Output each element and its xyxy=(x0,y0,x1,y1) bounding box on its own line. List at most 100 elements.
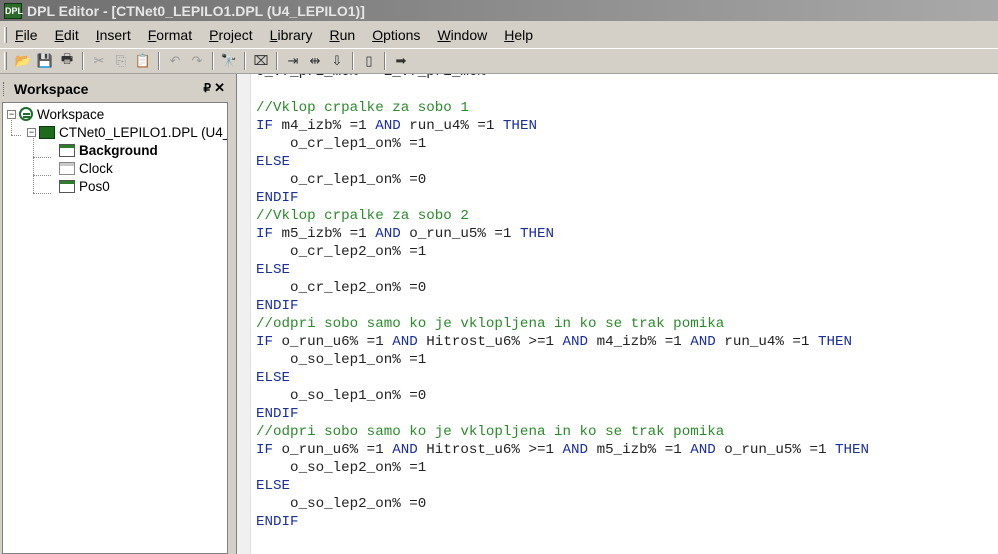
workspace-icon xyxy=(19,107,33,121)
tree-item-background[interactable]: Background xyxy=(59,141,158,159)
code-line[interactable]: ENDIF xyxy=(256,189,869,207)
tree-item-label: Clock xyxy=(79,160,113,176)
code-line[interactable]: ENDIF xyxy=(256,513,869,531)
code-line[interactable]: IF o_run_u6% =1 AND Hitrost_u6% >=1 AND … xyxy=(256,441,869,459)
toolbar-separator xyxy=(158,52,160,70)
copy-icon[interactable]: ⎘ xyxy=(110,50,132,72)
close-icon[interactable]: ✕ xyxy=(214,80,225,96)
code-line[interactable]: ELSE xyxy=(256,261,869,279)
tree-item-pos0[interactable]: Pos0 xyxy=(59,177,110,195)
download-icon[interactable]: ⇩ xyxy=(326,50,348,72)
undo-icon[interactable]: ↶ xyxy=(164,50,186,72)
menu-file[interactable]: File xyxy=(15,27,38,43)
code-line[interactable]: //odpri sobo samo ko je vklopljena in ko… xyxy=(256,315,869,333)
pin-icon[interactable]: ₽ xyxy=(203,81,211,95)
menu-grip[interactable] xyxy=(4,27,7,43)
code-editor[interactable]: o_V7_pri_m6% = i_V7_pri_m6% //Vklop crpal… xyxy=(237,74,998,554)
open-icon[interactable]: 📂 xyxy=(12,50,34,72)
tree-item-project[interactable]: − CTNet0_LEPILO1.DPL (U4_ xyxy=(27,123,227,141)
code-line[interactable]: //odpri sobo samo ko je vklopljena in ko… xyxy=(256,423,869,441)
code-keyword: AND xyxy=(392,334,418,350)
collapse-icon[interactable]: − xyxy=(7,109,16,119)
compile-icon[interactable]: ⌧ xyxy=(250,50,272,72)
connect-icon[interactable]: ⇹ xyxy=(304,50,326,72)
code-keyword: IF xyxy=(256,334,274,350)
panel-grip[interactable] xyxy=(3,82,7,96)
code-line[interactable]: ELSE xyxy=(256,477,869,495)
code-line[interactable]: o_cr_lep2_on% =0 xyxy=(256,279,869,297)
step-icon[interactable]: ⇥ xyxy=(282,50,304,72)
code-token: o_cr_lep2_on% =0 xyxy=(256,280,427,296)
code-line[interactable]: IF m5_izb% =1 AND o_run_u5% =1 THEN xyxy=(256,225,869,243)
code-keyword: AND xyxy=(690,442,716,458)
code-keyword: AND xyxy=(375,226,401,242)
code-line[interactable]: o_cr_lep1_on% =0 xyxy=(256,171,869,189)
menu-edit[interactable]: Edit xyxy=(55,27,79,43)
print-icon[interactable]: 🖶 xyxy=(56,50,78,72)
code-line[interactable]: //Vklop crpalke za sobo 2 xyxy=(256,207,869,225)
workspace-tree[interactable]: − Workspace − CTNet0_LEPILO1.DPL (U4_ Ba… xyxy=(2,102,228,554)
menu-library[interactable]: Library xyxy=(270,27,313,43)
menu-project[interactable]: Project xyxy=(209,27,253,43)
toolbar-separator xyxy=(244,52,246,70)
menu-window[interactable]: Window xyxy=(437,27,487,43)
cut-icon[interactable]: ✂ xyxy=(88,50,110,72)
code-keyword: ENDIF xyxy=(256,514,299,530)
code-line[interactable]: o_cr_lep2_on% =1 xyxy=(256,243,869,261)
code-comment: //odpri sobo samo ko je vklopljena in ko… xyxy=(256,316,725,332)
workspace-title: Workspace xyxy=(14,81,89,97)
code-line[interactable]: //Vklop crpalke za sobo 1 xyxy=(256,99,869,117)
tree-item-workspace[interactable]: − Workspace xyxy=(7,105,104,123)
code-keyword: ENDIF xyxy=(256,298,299,314)
menu-help[interactable]: Help xyxy=(504,27,533,43)
code-keyword: AND xyxy=(562,334,589,350)
code-line[interactable]: o_cr_lep1_on% =1 xyxy=(256,135,869,153)
toolbar-separator xyxy=(276,52,278,70)
toolbar-grip[interactable] xyxy=(4,52,7,70)
code-token: o_so_lep2_on% =1 xyxy=(256,460,427,476)
find-icon[interactable]: 🔭 xyxy=(218,50,240,72)
menu-insert[interactable]: Insert xyxy=(96,27,131,43)
code-text[interactable]: o_V7_pri_m6% = i_V7_pri_m6% //Vklop crpal… xyxy=(256,74,869,531)
menu-options[interactable]: Options xyxy=(372,27,420,43)
collapse-icon[interactable]: − xyxy=(27,127,36,137)
redo-icon[interactable]: ↷ xyxy=(186,50,208,72)
code-token: o_cr_lep1_on% =0 xyxy=(256,172,427,188)
tree-item-clock[interactable]: Clock xyxy=(59,159,113,177)
code-line[interactable]: o_so_lep2_on% =1 xyxy=(256,459,869,477)
code-line[interactable]: ELSE xyxy=(256,369,869,387)
code-token: o_run_u5% =1 xyxy=(400,226,520,242)
code-line[interactable]: ELSE xyxy=(256,153,869,171)
menu-accelerator: R xyxy=(329,27,340,43)
code-keyword: AND xyxy=(690,334,716,350)
editor-gutter[interactable] xyxy=(237,74,251,554)
menu-format[interactable]: Format xyxy=(148,27,192,43)
code-line[interactable]: ENDIF xyxy=(256,297,869,315)
title-bar[interactable]: DPL DPL Editor - [CTNet0_LEPILO1.DPL (U4… xyxy=(0,0,998,21)
code-token: o_run_u5% =1 xyxy=(715,442,835,458)
save-icon[interactable]: 💾 xyxy=(34,50,56,72)
code-token: o_run_u6% =1 xyxy=(273,334,393,350)
code-line[interactable]: IF m4_izb% =1 AND run_u4% =1 THEN xyxy=(256,117,869,135)
run-icon[interactable]: ➡ xyxy=(390,50,412,72)
code-token: Hitrost_u6% >=1 xyxy=(417,334,563,350)
code-token: o_cr_lep2_on% =1 xyxy=(256,244,427,260)
code-line[interactable]: ENDIF xyxy=(256,405,869,423)
menu-accelerator: W xyxy=(437,27,451,43)
code-keyword: IF xyxy=(256,442,274,458)
menu-run[interactable]: Run xyxy=(329,27,355,43)
paste-icon[interactable]: 📋 xyxy=(132,50,154,72)
code-line[interactable]: o_V7_pri_m6% = i_V7_pri_m6% xyxy=(256,74,869,81)
menu-label: ibrary xyxy=(277,27,313,43)
code-line[interactable] xyxy=(256,81,869,99)
code-line[interactable]: o_so_lep2_on% =0 xyxy=(256,495,869,513)
breakpoint-icon[interactable]: ▯ xyxy=(358,50,380,72)
menu-label: ptions xyxy=(383,27,421,43)
code-token: run_u4% =1 xyxy=(400,118,503,134)
page-icon xyxy=(59,179,75,193)
code-keyword: ELSE xyxy=(256,370,291,386)
code-line[interactable]: o_so_lep1_on% =1 xyxy=(256,351,869,369)
code-line[interactable]: IF o_run_u6% =1 AND Hitrost_u6% >=1 AND … xyxy=(256,333,869,351)
menu-accelerator: H xyxy=(504,27,515,43)
code-line[interactable]: o_so_lep1_on% =0 xyxy=(256,387,869,405)
